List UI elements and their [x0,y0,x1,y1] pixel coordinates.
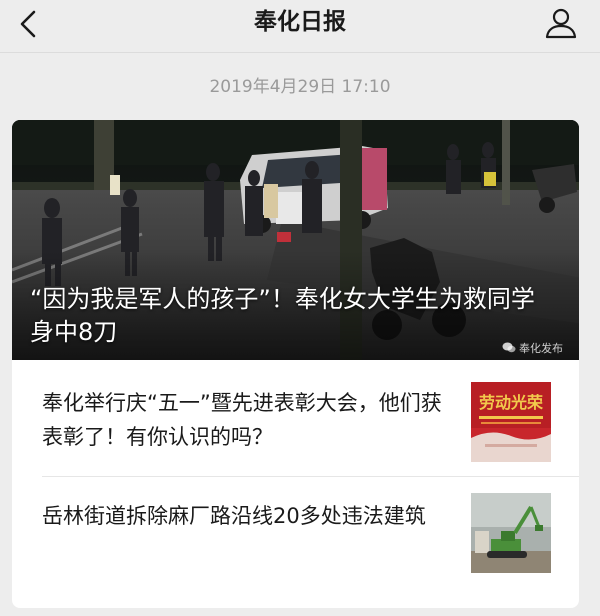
list-item[interactable]: 奉化举行庆“五一”暨先进表彰大会，他们获表彰了！有你认识的吗？ 劳动光荣 [12,360,579,476]
hero-article[interactable]: “因为我是军人的孩子”！奉化女大学生为救同学身中8刀 奉化发布 [12,120,579,360]
article-thumbnail: 劳动光荣 [471,382,551,462]
hero-title: “因为我是军人的孩子”！奉化女大学生为救同学身中8刀 [30,285,535,346]
navigation-bar: 奉化日报 [0,0,600,53]
article-title: 岳林街道拆除麻厂路沿线20多处违法建筑 [42,504,426,528]
news-card: “因为我是军人的孩子”！奉化女大学生为救同学身中8刀 奉化发布 奉化举行庆“五一… [12,120,579,608]
page-title: 奉化日报 [254,9,346,35]
wechat-icon [502,342,516,353]
article-title: 奉化举行庆“五一”暨先进表彰大会，他们获表彰了！有你认识的吗？ [42,391,442,449]
list-item[interactable]: 岳林街道拆除麻厂路沿线20多处违法建筑 [12,477,579,593]
article-thumbnail [471,493,551,573]
hero-source-label: 奉化发布 [519,342,563,355]
article-thumbnail-image: 劳动光荣 [471,382,551,462]
thumbnail-caption: 劳动光荣 [479,393,543,412]
message-timestamp: 2019年4月29日 17:10 [209,77,391,97]
excavator-thumbnail-image [471,493,551,573]
person-icon[interactable] [544,6,578,40]
hero-source: 奉化发布 [502,340,563,356]
